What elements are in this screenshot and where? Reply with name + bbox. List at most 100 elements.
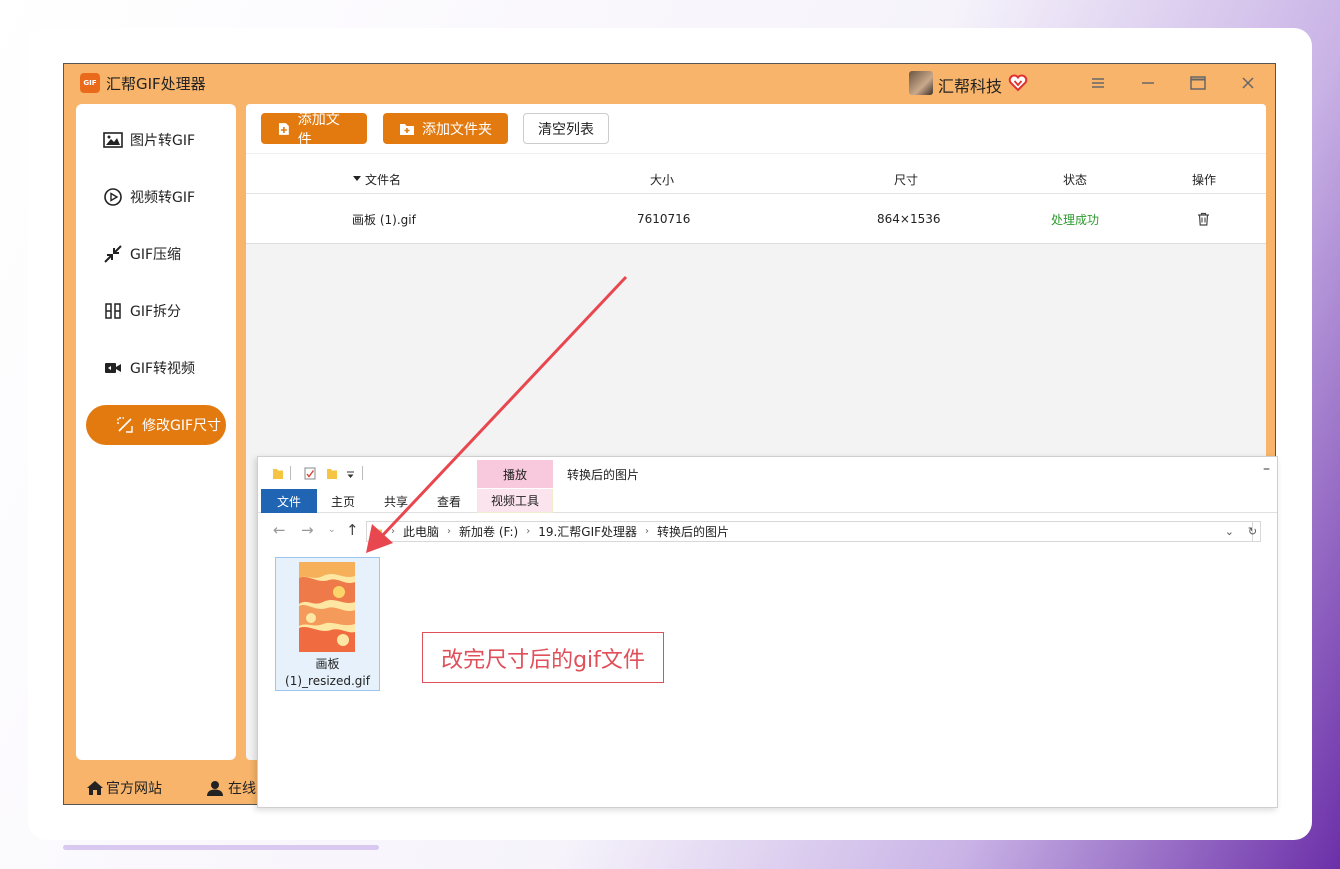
tab-file[interactable]: 文件: [261, 489, 317, 513]
image-icon: [102, 129, 124, 151]
trash-icon: [1198, 212, 1209, 226]
minimize-icon[interactable]: –: [1263, 461, 1270, 477]
chevron-right-icon: ›: [391, 526, 395, 537]
title-bar: GIF 汇帮GIF处理器 汇帮科技: [64, 64, 1275, 104]
add-file-button[interactable]: 添加文件: [261, 112, 367, 148]
compress-arrows-icon: [102, 243, 124, 265]
row-status: 处理成功: [1051, 212, 1100, 227]
vip-heart-icon[interactable]: [1008, 73, 1028, 93]
home-icon: [87, 781, 103, 795]
resize-icon: [114, 414, 136, 436]
clear-list-button[interactable]: 清空列表: [523, 113, 609, 144]
row-size: 7610716: [637, 212, 691, 226]
app-logo-text: GIF: [83, 79, 97, 87]
sidebar-item-label: 视频转GIF: [130, 190, 196, 206]
add-file-icon: [278, 122, 289, 135]
online-support-link[interactable]: 在线: [206, 778, 256, 798]
online-support-label: 在线: [228, 781, 256, 797]
explorer-title: 转换后的图片: [567, 468, 640, 482]
header-size: 大小: [650, 172, 675, 187]
scrollbar-strip: [63, 845, 379, 850]
address-bar: ← → ⌄ ↑ › 此电脑 › 新加卷 (F:) › 19.汇帮GIF处理器 ›…: [258, 519, 1277, 543]
file-item[interactable]: 画板 (1)_resized.gif: [275, 557, 380, 691]
context-tab-play[interactable]: 播放: [477, 460, 553, 488]
chevron-right-icon: ›: [526, 526, 531, 537]
divider: [290, 466, 291, 480]
recent-dropdown-icon[interactable]: ⌄: [328, 525, 336, 535]
sort-down-icon: [353, 176, 361, 181]
tab-video-tools[interactable]: 视频工具: [477, 489, 553, 513]
video-camera-icon: [102, 357, 124, 379]
split-icon: [102, 300, 124, 322]
file-item-name: 画板 (1)_resized.gif: [276, 656, 379, 690]
file-name-line2: (1)_resized.gif: [285, 674, 370, 688]
add-file-label: 添加文件: [297, 111, 340, 148]
sidebar-item-video-to-gif[interactable]: 视频转GIF: [76, 177, 236, 217]
sidebar-item-resize-gif[interactable]: 修改GIF尺寸: [86, 405, 226, 445]
breadcrumb-output-folder[interactable]: 转换后的图片: [657, 523, 729, 540]
ribbon-tabs: 文件 主页 共享 查看 视频工具: [258, 489, 1277, 513]
back-arrow-icon[interactable]: ←: [273, 521, 286, 539]
add-folder-button[interactable]: 添加文件夹: [383, 113, 508, 144]
sidebar-item-label: 图片转GIF: [130, 133, 196, 149]
brand-name: 汇帮科技: [938, 77, 1003, 96]
sidebar: 图片转GIF 视频转GIF GIF压缩 GIF拆分 GIF转视频 修改GIF尺寸: [76, 104, 236, 760]
menu-icon[interactable]: [1088, 73, 1108, 93]
explorer-title-bar: 播放 转换后的图片 –: [258, 457, 1277, 489]
tab-share[interactable]: 共享: [383, 489, 409, 513]
tab-home[interactable]: 主页: [330, 489, 356, 513]
close-icon[interactable]: [1238, 73, 1258, 93]
chevron-down-icon[interactable]: ⌄: [1225, 525, 1234, 538]
row-filename: 画板 (1).gif: [352, 212, 416, 227]
avatar[interactable]: [909, 71, 933, 95]
add-folder-icon: [400, 123, 414, 135]
header-dimensions: 尺寸: [894, 172, 919, 187]
annotation-label: 改完尺寸后的gif文件: [422, 632, 664, 683]
table-header: 文件名 大小 尺寸 状态 操作: [246, 164, 1266, 194]
minimize-icon[interactable]: [1138, 73, 1158, 93]
toolbar: 添加文件 添加文件夹 清空列表: [246, 104, 1266, 154]
tab-view[interactable]: 查看: [436, 489, 462, 513]
customize-dropdown-icon[interactable]: [346, 467, 355, 480]
folder-icon: [372, 527, 382, 537]
delete-button[interactable]: [1197, 194, 1210, 244]
maximize-icon[interactable]: [1188, 73, 1208, 93]
app-title: 汇帮GIF处理器: [106, 75, 206, 93]
header-filename[interactable]: 文件名: [352, 164, 401, 194]
sidebar-item-label: GIF压缩: [130, 247, 182, 263]
file-name-line1: 画板: [315, 657, 340, 671]
official-website-link[interactable]: 官方网站: [86, 778, 162, 798]
chevron-right-icon: ›: [447, 526, 452, 537]
up-arrow-icon[interactable]: ↑: [346, 521, 359, 539]
sidebar-item-gif-compress[interactable]: GIF压缩: [76, 234, 236, 274]
chevron-right-icon: ›: [645, 526, 650, 537]
file-explorer-window: 播放 转换后的图片 – 文件 主页 共享 查看 视频工具 ← → ⌄ ↑ › 此…: [257, 456, 1278, 808]
refresh-icon[interactable]: ↻: [1245, 521, 1261, 542]
sidebar-item-image-to-gif[interactable]: 图片转GIF: [76, 120, 236, 160]
official-website-label: 官方网站: [106, 781, 162, 797]
user-icon: [207, 781, 223, 796]
sidebar-item-label: GIF拆分: [130, 304, 182, 320]
header-actions: 操作: [1192, 172, 1217, 187]
app-logo-icon: GIF: [80, 73, 100, 93]
sidebar-item-label: 修改GIF尺寸: [142, 418, 222, 434]
address-path[interactable]: › 此电脑 › 新加卷 (F:) › 19.汇帮GIF处理器 › 转换后的图片 …: [366, 521, 1253, 542]
header-status: 状态: [1063, 172, 1088, 187]
header-filename-label: 文件名: [365, 172, 402, 187]
sidebar-item-gif-split[interactable]: GIF拆分: [76, 291, 236, 331]
table-row[interactable]: 画板 (1).gif 7610716 864×1536 处理成功: [246, 194, 1266, 244]
folder-icon: [273, 469, 283, 479]
file-table: 文件名 大小 尺寸 状态 操作 画板 (1).gif 7610716 864×1…: [246, 154, 1266, 244]
gif-thumbnail: [299, 562, 355, 652]
forward-arrow-icon[interactable]: →: [301, 521, 314, 539]
play-circle-icon: [102, 186, 124, 208]
new-folder-icon[interactable]: [326, 467, 338, 480]
row-dimensions: 864×1536: [877, 212, 941, 226]
add-folder-label: 添加文件夹: [422, 121, 492, 138]
breadcrumb-app-folder[interactable]: 19.汇帮GIF处理器: [538, 523, 637, 540]
breadcrumb-volume[interactable]: 新加卷 (F:): [459, 523, 518, 540]
breadcrumb-this-pc[interactable]: 此电脑: [403, 523, 439, 540]
gif-thumbnail-art: [299, 562, 355, 652]
properties-check-icon[interactable]: [304, 467, 316, 480]
sidebar-item-gif-to-video[interactable]: GIF转视频: [76, 348, 236, 388]
